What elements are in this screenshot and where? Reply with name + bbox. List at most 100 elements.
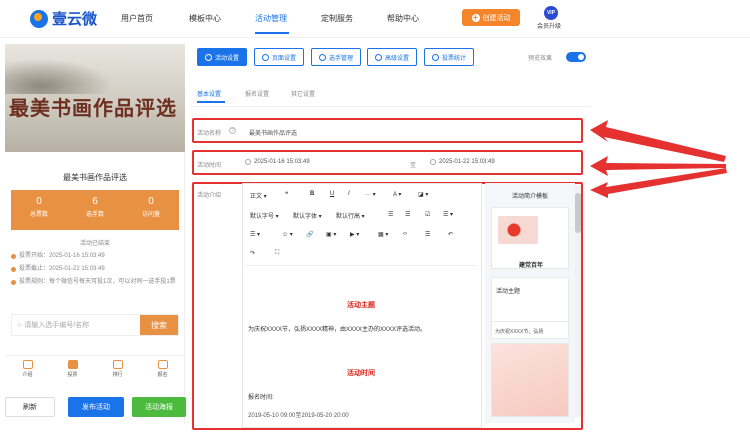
code-icon[interactable]: ‹› — [403, 231, 407, 237]
stat-label: 总票数 — [29, 212, 48, 218]
top-navbar — [0, 0, 750, 38]
divider-icon[interactable]: ☰ — [425, 231, 430, 238]
vote-icon — [67, 360, 78, 369]
italic-button[interactable]: I — [348, 191, 350, 197]
table-icon[interactable]: ▦ ▾ — [378, 231, 388, 238]
subtab-basic[interactable]: 基本设置 — [197, 89, 221, 98]
tab-advanced-settings[interactable]: 高级设置 — [367, 48, 417, 66]
subtab-active-indicator — [197, 101, 225, 103]
logo[interactable]: 壹云微 — [30, 8, 97, 29]
paragraph-format[interactable]: 正文 ▾ — [250, 191, 267, 200]
nav-home[interactable]: 用户首页 — [121, 13, 153, 24]
quote-button[interactable]: ❝ — [285, 191, 288, 198]
editor-content[interactable]: 活动主题 为庆祝XXXX节，弘扬XXXX精神，由XXXX主办的XXXX评选活动。… — [245, 265, 477, 430]
template-card[interactable] — [491, 343, 569, 417]
content-heading: 活动主题 — [347, 302, 375, 309]
bold-button[interactable]: B — [310, 191, 314, 197]
align-icon[interactable]: ☰ ▾ — [443, 211, 453, 218]
subtab-other[interactable]: 其它设置 — [291, 89, 315, 98]
tab-label: 高级设置 — [384, 55, 409, 62]
stat-value: 6 — [92, 196, 98, 207]
search-input[interactable]: ○ 请输入选手编号/名称 — [12, 315, 140, 335]
banner-landscape — [5, 54, 125, 94]
stat-votes: 0 总票数 — [11, 190, 67, 230]
preview-toggle[interactable] — [566, 52, 586, 62]
nav-custom-service[interactable]: 定制服务 — [321, 13, 353, 24]
font-color-button[interactable]: A ▾ — [393, 191, 401, 198]
more-button[interactable]: ··· ▾ — [365, 191, 376, 198]
clock-icon — [430, 159, 436, 165]
info-start: 投票开始：2025-01-16 15:03:49 — [11, 252, 181, 261]
nav-help[interactable]: 帮助中心 — [387, 13, 419, 24]
template-card[interactable]: 为庆祝XXXX节，弘扬 — [491, 321, 569, 339]
help-icon[interactable]: ? — [229, 127, 236, 134]
rank-icon — [112, 360, 123, 369]
content-heading: 活动时间 — [347, 370, 375, 377]
publish-button[interactable]: 发布活动 — [68, 397, 124, 417]
info-text: 投票截止：2025-01-22 15:03:49 — [19, 266, 105, 272]
fullscreen-icon[interactable]: ⛶ — [275, 250, 279, 257]
tab-player-management[interactable]: 选手管理 — [311, 48, 361, 66]
search-button[interactable]: 搜索 — [140, 315, 178, 335]
template-scrollbar[interactable] — [575, 185, 581, 417]
link-icon[interactable]: 🔗 — [306, 231, 313, 238]
info-text: 投票规则：每个微信号每天可投1次，可以对同一选手投1票 — [19, 279, 176, 285]
chart-icon — [431, 53, 439, 61]
logo-icon — [30, 9, 48, 28]
line-height-select[interactable]: 默认行高 ▾ — [336, 211, 365, 220]
logo-text: 壹云微 — [52, 11, 98, 28]
template-panel-title: 活动简介模板 — [511, 194, 548, 200]
bullet-icon — [11, 267, 16, 272]
create-activity-button[interactable]: + 创建活动 — [462, 9, 520, 26]
redo-icon[interactable]: ↷ — [250, 250, 255, 257]
vip-upgrade[interactable]: VIP 会员升级 — [537, 6, 562, 30]
activity-name-input[interactable]: 最美书画作品评选 — [249, 128, 297, 137]
nav-activity-management[interactable]: 活动管理 — [255, 13, 287, 24]
todo-icon[interactable]: ☑ — [425, 211, 430, 218]
tab-signup[interactable]: 报名 — [140, 356, 185, 385]
clock-icon — [245, 159, 251, 165]
content-signup-value: 2019-05-10 09:00至2019-05-20 20:00 — [248, 413, 349, 419]
bullet-icon — [11, 254, 16, 259]
activity-time-label: 活动时间 — [197, 163, 222, 169]
bullet-list-icon[interactable]: ☰ — [388, 211, 393, 218]
stat-label: 访问量 — [141, 212, 160, 218]
number-list-icon[interactable]: ☰ — [405, 211, 410, 218]
plus-icon: + — [471, 12, 480, 22]
gear-icon — [261, 53, 269, 61]
refresh-button[interactable]: 刷新 — [5, 397, 55, 417]
start-time-input[interactable]: 2025-01-16 15:03:49 — [245, 159, 310, 165]
nav-templates[interactable]: 模板中心 — [189, 13, 221, 24]
tab-label: 选手管理 — [328, 55, 353, 62]
tab-vote[interactable]: 投票 — [50, 356, 95, 385]
template-card[interactable]: 建党百年 — [491, 207, 569, 269]
tab-vote-stats[interactable]: 投票统计 — [424, 48, 474, 66]
time-separator: 至 — [410, 163, 417, 169]
tab-activity-settings[interactable]: 活动设置 — [197, 48, 247, 66]
subtab-signup[interactable]: 报名设置 — [245, 89, 269, 98]
nav-active-indicator — [255, 32, 289, 34]
search-placeholder: 请输入选手编号/名称 — [24, 322, 90, 329]
activity-name-label: 活动名称 — [197, 131, 222, 137]
tab-page-settings[interactable]: 页面设置 — [254, 48, 304, 66]
bg-color-button[interactable]: ◪ ▾ — [418, 191, 428, 198]
undo-icon[interactable]: ↶ — [448, 231, 453, 238]
underline-button[interactable]: U — [330, 191, 334, 197]
font-family-select[interactable]: 默认字体 ▾ — [293, 211, 322, 220]
tab-label: 投票 — [67, 372, 78, 378]
end-time-input[interactable]: 2025-01-22 15:03:49 — [430, 159, 495, 165]
template-card-text: 为庆祝XXXX节，弘扬 — [495, 329, 544, 335]
font-size-select[interactable]: 默认字号 ▾ — [250, 211, 279, 220]
template-card-text: 建党百年 — [518, 263, 543, 269]
image-icon[interactable]: ▣ ▾ — [326, 231, 336, 238]
poster-button[interactable]: 活动海报 — [132, 397, 186, 417]
tab-intro[interactable]: 介绍 — [5, 356, 50, 385]
preview-toggle-label: 预览效果 — [528, 56, 553, 62]
indent-icon[interactable]: ☰ ▾ — [250, 231, 260, 238]
tab-rank[interactable]: 排行 — [95, 356, 140, 385]
emoji-icon[interactable]: ☺ ▾ — [282, 231, 293, 238]
scrollbar-thumb[interactable] — [575, 193, 581, 233]
video-icon[interactable]: ▶ ▾ — [350, 231, 359, 238]
preview-banner: 最美书画作品评选 — [5, 44, 185, 152]
template-card-text: 活动主题 — [496, 289, 521, 295]
